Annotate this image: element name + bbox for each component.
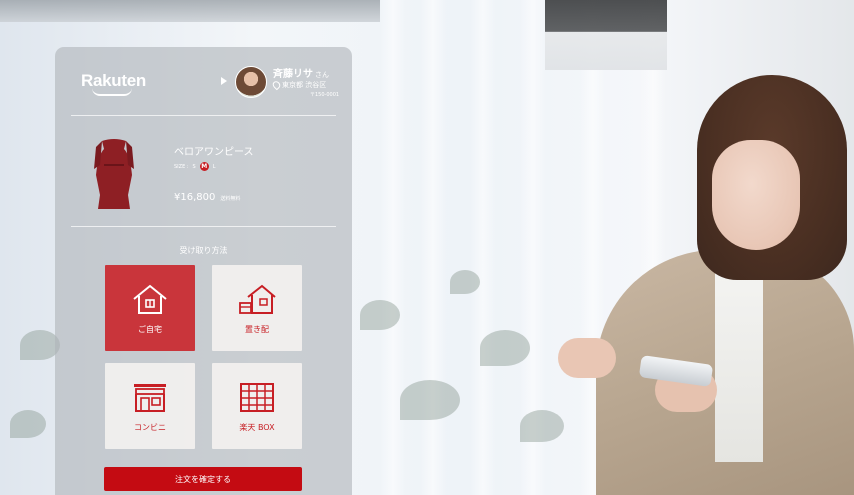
ceiling-band [0, 0, 380, 22]
postal-code: 〒150-0001 [310, 92, 340, 98]
order-panel: Rakuten 斉藤リサ さん 東京都 渋谷区 〒150-0001 ベロアワンピー… [55, 47, 352, 495]
location-pin-icon [271, 79, 282, 91]
product-price: ¥16,800 送料無料 [174, 192, 240, 203]
drop-off-house-icon [239, 284, 276, 314]
logo-swoosh [92, 88, 132, 96]
delivery-option-home[interactable]: ご自宅 [105, 265, 195, 351]
dress-image [94, 139, 134, 209]
size-selector: SIZE : S M L [174, 162, 216, 171]
delivery-option-convenience-store[interactable]: コンビニ [105, 363, 195, 449]
locker-box-icon [240, 382, 274, 412]
window-fixture [545, 0, 667, 70]
person-hand-left [558, 338, 616, 378]
house-icon [133, 284, 167, 314]
delivery-option-label: ご自宅 [138, 324, 162, 334]
user-honorific: さん [315, 71, 329, 79]
delivery-option-label: 楽天 BOX [239, 422, 275, 432]
delivery-method-title: 受け取り方法 [179, 246, 228, 255]
divider [71, 115, 336, 116]
person-face [712, 140, 800, 250]
size-option-l[interactable]: L [213, 164, 216, 170]
delivery-option-rakuten-box[interactable]: 楽天 BOX [212, 363, 302, 449]
shipping-note: 送料無料 [220, 196, 241, 202]
size-option-m[interactable]: M [199, 162, 209, 171]
confirm-order-button[interactable]: 注文を確定する [104, 467, 302, 491]
user-name-text: 斉藤リサ [273, 69, 313, 80]
location-text: 東京都 渋谷区 [282, 81, 327, 89]
delivery-option-label: 置き配 [245, 324, 269, 334]
divider [71, 226, 336, 227]
user-location: 東京都 渋谷区 [271, 79, 327, 91]
product-name: ベロアワンピース [174, 147, 254, 158]
convenience-store-icon [134, 383, 166, 412]
price-value: ¥16,800 [174, 192, 216, 203]
size-label: SIZE : [174, 163, 189, 170]
play-icon[interactable] [221, 77, 227, 85]
size-option-s[interactable]: S [193, 164, 196, 170]
delivery-option-dropoff[interactable]: 置き配 [212, 265, 302, 351]
user-name: 斉藤リサ さん [273, 65, 329, 80]
person-shirt [715, 262, 763, 462]
avatar[interactable] [235, 66, 267, 98]
delivery-option-label: コンビニ [134, 422, 166, 432]
